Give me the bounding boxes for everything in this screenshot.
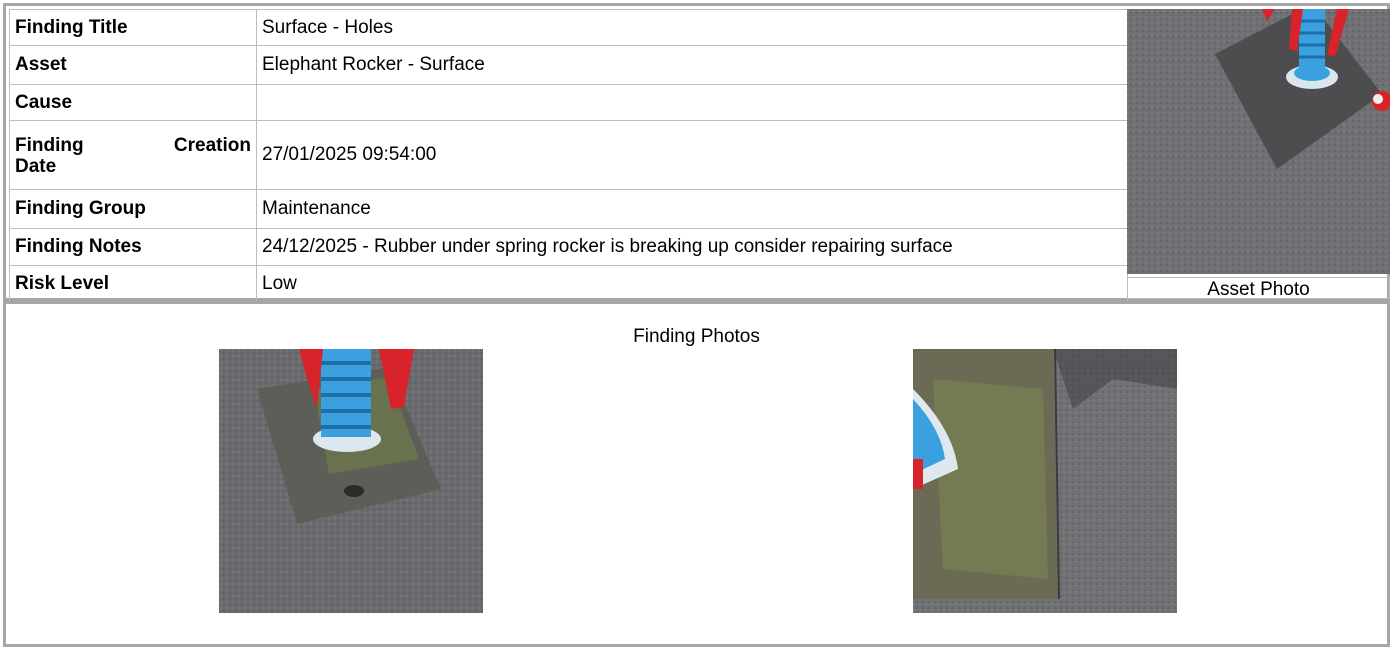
label-word-finding: Finding	[15, 135, 84, 156]
table-row: Finding Notes 24/12/2025 - Rubber under …	[9, 228, 1128, 266]
asset-photo-caption: Asset Photo	[1127, 277, 1390, 300]
finding-details-table: Finding Title Surface - Holes Asset Elep…	[9, 9, 1128, 302]
finding-creation-date-label: Finding Creation Date	[9, 120, 257, 190]
table-row: Finding Creation Date 27/01/2025 09:54:0…	[9, 120, 1128, 190]
finding-title-label: Finding Title	[9, 9, 257, 46]
finding-creation-date-value: 27/01/2025 09:54:00	[256, 120, 1128, 190]
risk-level-value: Low	[256, 265, 1128, 302]
table-row: Asset Elephant Rocker - Surface	[9, 45, 1128, 85]
risk-level-label: Risk Level	[9, 265, 257, 302]
table-row: Cause	[9, 84, 1128, 121]
asset-photo-caption-text: Asset Photo	[1207, 279, 1310, 300]
asset-photo	[1127, 9, 1390, 274]
asset-value: Elephant Rocker - Surface	[256, 45, 1128, 85]
finding-notes-value: 24/12/2025 - Rubber under spring rocker …	[256, 228, 1128, 266]
cause-label: Cause	[9, 84, 257, 121]
finding-photo-2[interactable]	[913, 349, 1177, 613]
table-row: Risk Level Low	[9, 265, 1128, 302]
finding-details-section: Finding Title Surface - Holes Asset Elep…	[3, 3, 1390, 302]
finding-group-label: Finding Group	[9, 189, 257, 229]
finding-title-value: Surface - Holes	[256, 9, 1128, 46]
label-word-date: Date	[15, 156, 57, 177]
finding-photos-title: Finding Photos	[633, 326, 760, 347]
cause-value	[256, 84, 1128, 121]
finding-group-value: Maintenance	[256, 189, 1128, 229]
report-page: Finding Title Surface - Holes Asset Elep…	[0, 0, 1393, 649]
table-row: Finding Group Maintenance	[9, 189, 1128, 229]
asset-label: Asset	[9, 45, 257, 85]
table-row: Finding Title Surface - Holes	[9, 9, 1128, 46]
finding-photo-1[interactable]	[219, 349, 483, 613]
finding-notes-label: Finding Notes	[9, 228, 257, 266]
label-word-creation: Creation	[173, 135, 251, 156]
finding-photos-section: Finding Photos	[3, 301, 1390, 647]
